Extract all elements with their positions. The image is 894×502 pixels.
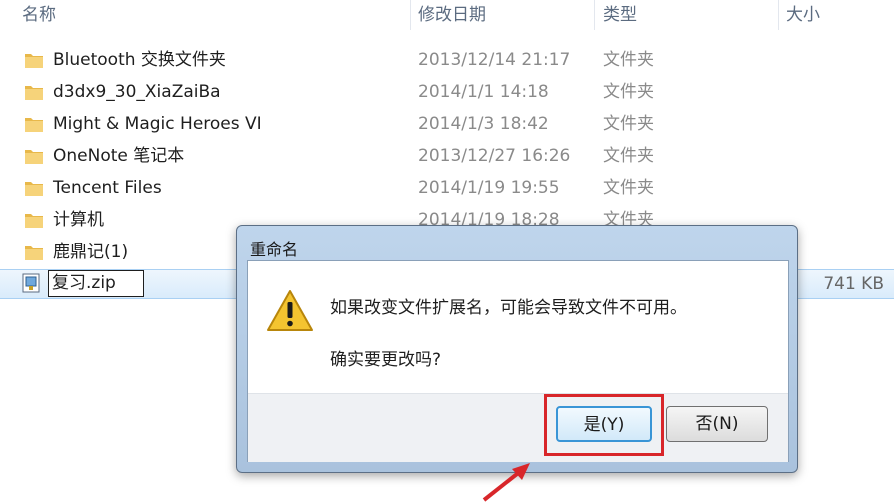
column-header-bar: 名称 修改日期 类型 大小	[0, 0, 894, 30]
no-button[interactable]: 否(N)	[666, 406, 768, 442]
dialog-message: 如果改变文件扩展名，可能会导致文件不可用。	[330, 298, 687, 318]
file-name: Might & Magic Heroes VI	[53, 114, 262, 134]
column-header-size[interactable]: 大小	[786, 4, 820, 26]
file-type: 文件夹	[603, 178, 654, 198]
file-type: 文件夹	[603, 50, 654, 70]
file-name: 鹿鼎记(1)	[53, 242, 129, 262]
file-name: Bluetooth 交换文件夹	[53, 50, 226, 70]
column-separator[interactable]	[778, 0, 779, 30]
dialog-body: 如果改变文件扩展名，可能会导致文件不可用。 确实要更改吗? 是(Y) 否(N)	[247, 260, 789, 462]
list-item[interactable]: d3dx9_30_XiaZaiBa 2014/1/1 14:18 文件夹	[0, 77, 894, 107]
file-date: 2014/1/1 14:18	[418, 82, 549, 102]
column-separator[interactable]	[594, 0, 595, 30]
file-date: 2014/1/3 18:42	[418, 114, 549, 134]
column-separator[interactable]	[410, 0, 411, 30]
folder-icon	[25, 150, 43, 164]
rename-dialog: 重命名 如果改变文件扩展名，可能会导致文件不可用。 确实要更改吗? 是(Y) 否…	[236, 225, 798, 473]
file-date: 2013/12/27 16:26	[418, 146, 571, 166]
file-date: 2013/12/14 21:17	[418, 50, 571, 70]
file-size: 741 KB	[823, 274, 884, 294]
dialog-title[interactable]: 重命名	[250, 236, 298, 260]
file-type: 文件夹	[603, 82, 654, 102]
folder-icon	[25, 54, 43, 68]
yes-button[interactable]: 是(Y)	[556, 406, 652, 442]
button-bar: 是(Y) 否(N)	[248, 393, 788, 462]
message-area: 如果改变文件扩展名，可能会导致文件不可用。 确实要更改吗?	[248, 261, 788, 393]
file-date: 2014/1/19 19:55	[418, 178, 560, 198]
column-header-name[interactable]: 名称	[22, 4, 56, 26]
file-name: Tencent Files	[53, 178, 162, 198]
folder-icon	[25, 214, 43, 228]
column-header-date[interactable]: 修改日期	[418, 4, 486, 26]
list-item[interactable]: OneNote 笔记本 2013/12/27 16:26 文件夹	[0, 141, 894, 171]
zip-file-icon	[22, 273, 40, 293]
list-item[interactable]: Might & Magic Heroes VI 2014/1/3 18:42 文…	[0, 109, 894, 139]
file-name: 计算机	[53, 210, 104, 230]
file-name: OneNote 笔记本	[53, 146, 185, 166]
list-item[interactable]: Tencent Files 2014/1/19 19:55 文件夹	[0, 173, 894, 203]
file-type: 文件夹	[603, 114, 654, 134]
file-name: d3dx9_30_XiaZaiBa	[53, 82, 221, 102]
folder-icon	[25, 86, 43, 100]
rename-input[interactable]: 复习.zip	[48, 270, 144, 297]
red-arrow-annotation	[482, 463, 530, 502]
folder-icon	[25, 246, 43, 260]
folder-icon	[25, 118, 43, 132]
file-type: 文件夹	[603, 146, 654, 166]
warning-icon	[267, 290, 313, 331]
folder-icon	[25, 182, 43, 196]
column-header-type[interactable]: 类型	[603, 4, 637, 26]
dialog-question: 确实要更改吗?	[330, 350, 442, 370]
list-item[interactable]: Bluetooth 交换文件夹 2013/12/14 21:17 文件夹	[0, 45, 894, 75]
